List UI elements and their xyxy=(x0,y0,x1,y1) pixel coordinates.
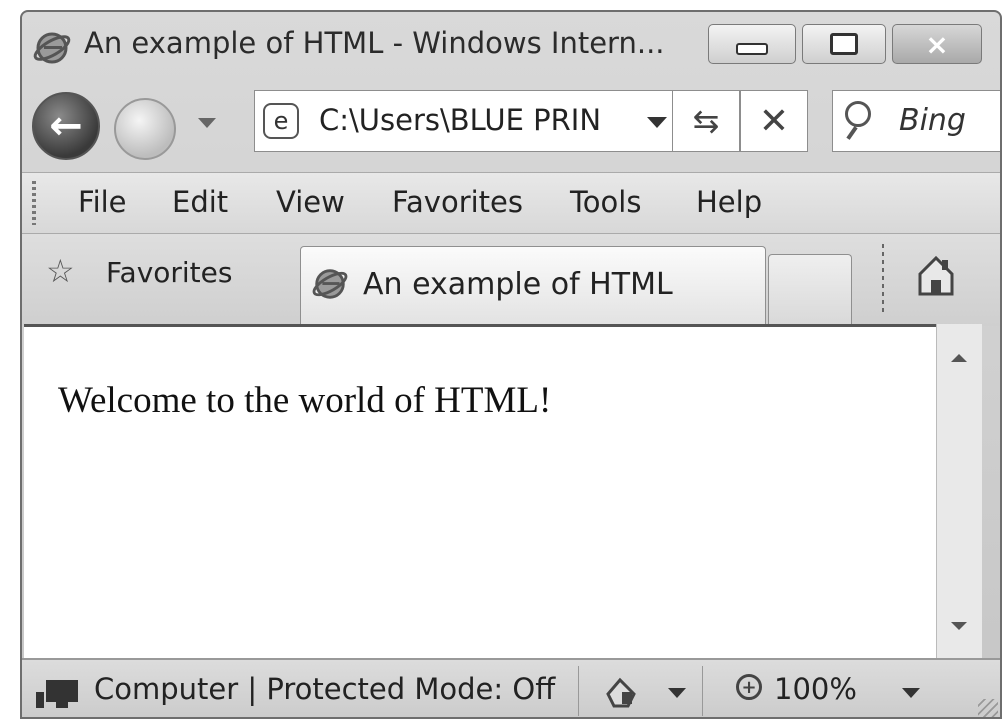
back-arrow-icon: ← xyxy=(49,103,83,149)
scroll-down-arrow-icon[interactable] xyxy=(951,622,967,630)
page-content: Welcome to the world of HTML! xyxy=(24,324,936,658)
protected-mode-dropdown-icon[interactable] xyxy=(668,688,686,698)
search-icon xyxy=(845,101,871,127)
close-button[interactable]: × xyxy=(892,24,982,64)
close-icon: × xyxy=(925,27,949,61)
new-tab-button[interactable] xyxy=(768,254,852,324)
navigation-bar: ← e C:\Users\BLUE PRIN ⇆ ✕ Bing xyxy=(22,80,1000,172)
computer-icon xyxy=(36,680,78,708)
zoom-icon[interactable]: + xyxy=(736,674,762,700)
page-icon: e xyxy=(263,103,299,139)
menu-bar: File Edit View Favorites Tools Help xyxy=(22,172,1000,234)
minimize-button[interactable] xyxy=(708,24,796,64)
menu-edit[interactable]: Edit xyxy=(172,185,228,219)
status-divider xyxy=(702,666,703,716)
security-zone-text: Computer | Protected Mode: Off xyxy=(94,672,556,706)
internet-explorer-icon xyxy=(33,32,71,64)
zoom-dropdown-icon[interactable] xyxy=(902,688,920,698)
stop-button[interactable]: ✕ xyxy=(740,90,808,152)
status-bar: Computer | Protected Mode: Off + 100% xyxy=(22,658,1000,717)
vertical-scrollbar[interactable] xyxy=(936,324,982,658)
toolbar-grip-icon[interactable] xyxy=(32,181,36,225)
tab-label: An example of HTML xyxy=(363,267,673,302)
toolbar-divider xyxy=(882,244,884,316)
menu-tools[interactable]: Tools xyxy=(570,185,641,219)
address-bar[interactable]: e C:\Users\BLUE PRIN xyxy=(254,90,688,152)
browser-window: An example of HTML - Windows Intern... ×… xyxy=(20,10,1002,719)
stop-icon: ✕ xyxy=(758,100,790,142)
address-dropdown-icon[interactable] xyxy=(647,117,667,128)
zoom-level[interactable]: 100% xyxy=(774,672,857,706)
protected-mode-icon[interactable] xyxy=(602,676,640,710)
window-title: An example of HTML - Windows Intern... xyxy=(84,26,665,60)
home-icon[interactable] xyxy=(916,254,956,298)
maximize-icon xyxy=(830,33,858,55)
recent-pages-dropdown-icon[interactable] xyxy=(198,118,216,128)
minimize-icon xyxy=(736,43,768,55)
search-input[interactable]: Bing xyxy=(899,103,966,138)
favorites-star-icon[interactable]: ☆ xyxy=(46,252,75,290)
resize-grip[interactable] xyxy=(978,699,998,717)
menu-view[interactable]: View xyxy=(276,185,345,219)
refresh-button[interactable]: ⇆ xyxy=(672,90,740,152)
scroll-up-arrow-icon[interactable] xyxy=(951,354,967,362)
menu-help[interactable]: Help xyxy=(696,185,762,219)
tab-active[interactable]: An example of HTML xyxy=(300,246,766,326)
maximize-button[interactable] xyxy=(802,24,886,64)
back-button[interactable]: ← xyxy=(32,92,100,160)
address-input[interactable]: C:\Users\BLUE PRIN xyxy=(319,103,619,137)
title-bar: An example of HTML - Windows Intern... × xyxy=(22,12,1000,80)
search-box[interactable]: Bing xyxy=(832,90,1000,152)
refresh-icon: ⇆ xyxy=(692,102,720,140)
menu-file[interactable]: File xyxy=(78,185,127,219)
forward-button[interactable] xyxy=(114,98,176,160)
page-body-text: Welcome to the world of HTML! xyxy=(58,380,552,421)
menu-favorites[interactable]: Favorites xyxy=(392,185,523,219)
favorites-bar: ☆ Favorites An example of HTML xyxy=(22,234,1000,326)
favorites-button[interactable]: Favorites xyxy=(106,256,232,289)
internet-explorer-icon xyxy=(312,269,348,299)
status-divider xyxy=(578,666,579,716)
